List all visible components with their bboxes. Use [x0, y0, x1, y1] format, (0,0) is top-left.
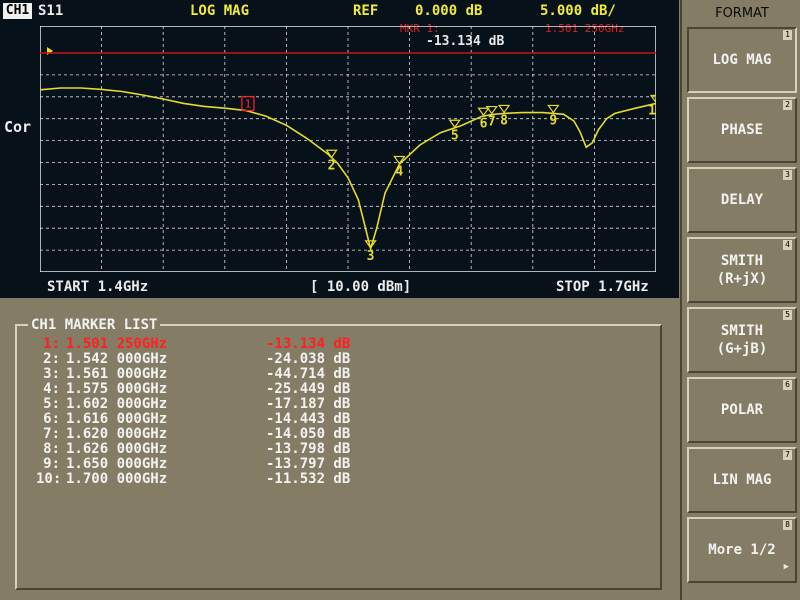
- marker-label: 1: [245, 98, 252, 111]
- marker-frequency: 1.602 000GHz: [66, 396, 168, 412]
- stop-frequency: STOP 1.7GHz: [556, 279, 649, 295]
- marker-label: 4: [395, 164, 403, 179]
- softkey-label: PHASE: [720, 122, 764, 138]
- marker-frequency: 1.616 000GHz: [66, 411, 168, 427]
- more-arrow-icon: ▶: [783, 562, 789, 572]
- marker-value: -14.443 dB: [266, 411, 351, 427]
- softkey-number: 7: [783, 450, 792, 460]
- marker-index: 2:: [43, 351, 60, 367]
- marker-frequency: 1.575 000GHz: [66, 381, 168, 397]
- marker-triangle: [485, 105, 498, 115]
- marker-frequency: 1.620 000GHz: [66, 426, 168, 442]
- marker-index: 1:: [43, 336, 60, 352]
- softkey-phase[interactable]: PHASE 2: [687, 97, 797, 163]
- marker-index: 5:: [43, 396, 60, 412]
- marker-index: 8:: [43, 441, 60, 457]
- marker-8: 8: [497, 104, 511, 128]
- marker-index: 3:: [43, 366, 60, 382]
- marker-value: -13.134 dB: [266, 336, 351, 352]
- softkey-panel: FORMAT LOG MAG 1 PHASE 2 DELAY 3 SMITH (R+jX) 4 S…: [680, 0, 800, 600]
- marker-frequency: 1.561 000GHz: [66, 366, 168, 382]
- trace-display: CH1 S11 LOG MAG REF 0.000 dB 5.000 dB/ M…: [0, 0, 679, 298]
- source-power: [ 10.00 dBm]: [310, 279, 412, 295]
- graticule-grid: [40, 26, 656, 272]
- measured-parameter: S11: [38, 3, 64, 19]
- softkey-smith-r-jx[interactable]: SMITH (R+jX) 4: [687, 237, 797, 303]
- ref-label: REF: [353, 3, 379, 19]
- marker-label: 2: [328, 158, 336, 173]
- marker-label: 3: [367, 249, 375, 264]
- channel-indicator: CH1: [3, 3, 32, 19]
- marker-index: 10:: [36, 471, 62, 487]
- marker-index: 6:: [43, 411, 60, 427]
- marker-value: -24.038 dB: [266, 351, 351, 367]
- marker-3: 3: [364, 240, 377, 264]
- softkey-polar[interactable]: POLAR 6: [687, 377, 797, 443]
- softkey-lin-mag[interactable]: LIN MAG 7: [687, 447, 797, 513]
- marker-value: -14.050 dB: [266, 426, 351, 442]
- scale-per-div: 5.000 dB/: [540, 3, 616, 19]
- marker-value: -11.532 dB: [266, 471, 351, 487]
- marker-5: 5: [448, 119, 461, 143]
- softkey-number: 3: [783, 170, 792, 180]
- marker-value: -17.187 dB: [266, 396, 351, 412]
- marker-triangle: [547, 104, 560, 114]
- marker-frequency: 1.700 000GHz: [66, 471, 168, 487]
- ref-value: 0.000 dB: [415, 3, 483, 19]
- softkey-label: SMITH: [720, 323, 764, 339]
- softkey-more-1-2[interactable]: More 1/2 8 ▶: [687, 517, 797, 583]
- softkey-menu-title: FORMAT: [715, 6, 769, 21]
- softkey-label: SMITH: [720, 253, 764, 269]
- softkey-number: 5: [783, 310, 792, 320]
- softkey-label: (G+jB): [716, 341, 768, 357]
- correction-indicator: Cor: [4, 118, 32, 136]
- marker-value: -13.798 dB: [266, 441, 351, 457]
- marker-frequency: 1.626 000GHz: [66, 441, 168, 457]
- marker-index: 4:: [43, 381, 60, 397]
- softkey-label: LIN MAG: [712, 472, 772, 488]
- marker-label: 8: [500, 113, 508, 128]
- softkey-delay[interactable]: DELAY 3: [687, 167, 797, 233]
- marker-index: 9:: [43, 456, 60, 472]
- softkey-label: DELAY: [720, 192, 764, 208]
- marker-index: 7:: [43, 426, 60, 442]
- softkey-label: POLAR: [720, 402, 764, 418]
- marker-value: -25.449 dB: [266, 381, 351, 397]
- softkey-number: 2: [783, 100, 792, 110]
- marker-label: 5: [451, 128, 459, 143]
- marker-list-title: CH1 MARKER LIST: [28, 317, 161, 333]
- softkey-label: LOG MAG: [712, 52, 772, 68]
- status-bar: CH1 S11 LOG MAG REF 0.000 dB 5.000 dB/: [0, 0, 679, 22]
- marker-10: 10: [648, 94, 656, 119]
- marker-group: 1 2 3 4 5 678 9 10: [241, 94, 656, 264]
- softkey-smith-g-jb[interactable]: SMITH (G+jB) 5: [687, 307, 797, 373]
- marker-label: 10: [648, 104, 656, 119]
- marker-label: 7: [488, 115, 496, 130]
- start-frequency: START 1.4GHz: [47, 279, 149, 295]
- softkey-number: 4: [783, 240, 792, 250]
- marker-label: 6: [480, 116, 488, 131]
- marker-label: 9: [549, 113, 557, 128]
- trace-plot: 1 2 3 4 5 678 9 10: [40, 26, 656, 272]
- marker-1: 1: [241, 95, 255, 112]
- marker-frequency: 1.650 000GHz: [66, 456, 168, 472]
- marker-9: 9: [547, 104, 560, 128]
- softkey-log-mag[interactable]: LOG MAG 1: [687, 27, 797, 93]
- marker-list-panel: CH1 MARKER LIST 1: 1.501 250GHz -13.134 dB…: [0, 300, 679, 600]
- marker-frequency: 1.501 250GHz: [66, 336, 168, 352]
- marker-value: -44.714 dB: [266, 366, 351, 382]
- marker-7: 7: [485, 105, 498, 130]
- marker-triangle: [497, 104, 511, 114]
- softkey-label: More 1/2: [708, 542, 776, 558]
- marker-frequency: 1.542 000GHz: [66, 351, 168, 367]
- softkey-label: (R+jX): [716, 271, 768, 287]
- display-format: LOG MAG: [190, 3, 250, 19]
- softkey-number: 8: [783, 520, 792, 530]
- marker-value: -13.797 dB: [266, 456, 351, 472]
- softkey-number: 1: [783, 30, 792, 40]
- softkey-number: 6: [783, 380, 792, 390]
